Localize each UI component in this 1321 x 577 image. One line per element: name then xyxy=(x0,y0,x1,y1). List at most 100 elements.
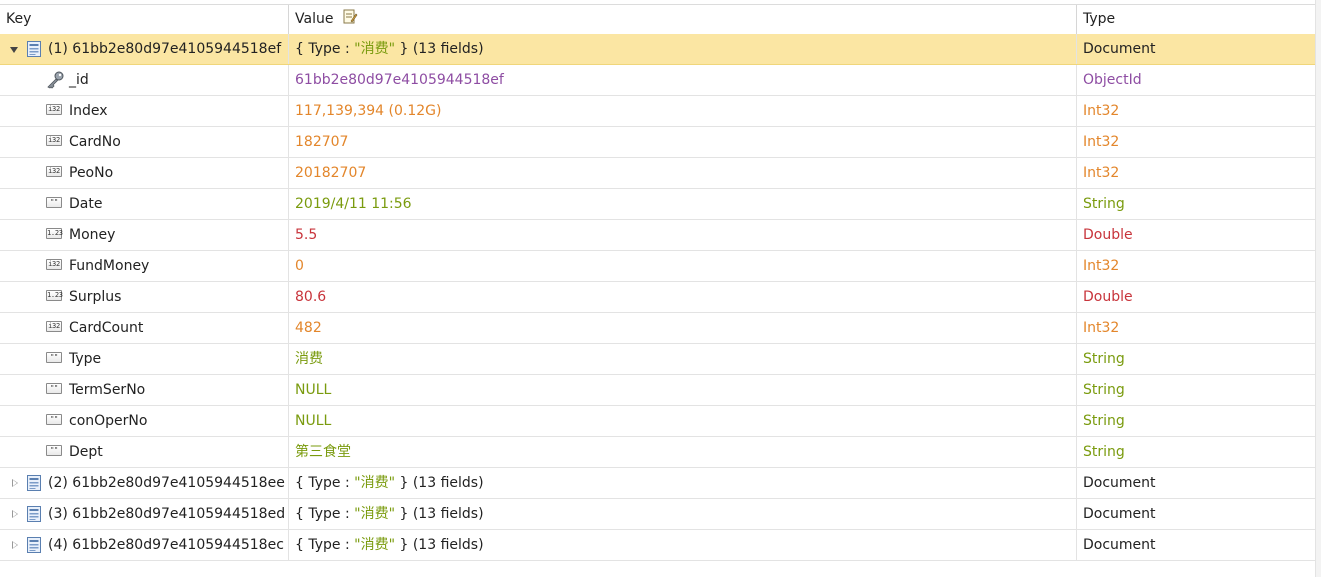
field-row-PeoNo[interactable]: i32 PeoNo 20182707 Int32 xyxy=(0,158,1316,189)
column-header-key[interactable]: Key xyxy=(0,5,288,34)
field-name: Type xyxy=(69,351,102,367)
field-type: ObjectId xyxy=(1076,65,1316,95)
type-tag-glyph: 1.23 xyxy=(46,290,63,301)
document-key-cell: (3) 61bb2e80d97e4105944518ed xyxy=(0,499,288,529)
field-row-Surplus[interactable]: 1.23 Surplus 80.6 Double xyxy=(0,282,1316,313)
field-row-Date[interactable]: "" Date 2019/4/11 11:56 String xyxy=(0,189,1316,220)
field-name: conOperNo xyxy=(69,413,148,429)
field-key-cell: "" Dept xyxy=(0,437,288,467)
field-value[interactable]: 182707 xyxy=(288,127,1076,157)
document-key-cell: (1) 61bb2e80d97e4105944518ef xyxy=(0,34,288,64)
field-type: Double xyxy=(1076,220,1316,250)
document-type-cell: Document xyxy=(1076,530,1316,560)
document-row-3[interactable]: (3) 61bb2e80d97e4105944518ed{ Type : "消费… xyxy=(0,499,1316,530)
int32-icon: i32 xyxy=(46,135,64,148)
field-row-CardNo[interactable]: i32 CardNo 182707 Int32 xyxy=(0,127,1316,158)
document-value-cell: { Type : "消费" } (13 fields) xyxy=(288,530,1076,560)
column-header-value[interactable]: Value xyxy=(288,5,1076,34)
document-label: (1) 61bb2e80d97e4105944518ef xyxy=(48,41,282,57)
field-row-_id[interactable]: _id 61bb2e80d97e4105944518ef ObjectId xyxy=(0,65,1316,96)
column-header-type[interactable]: Type xyxy=(1076,5,1316,34)
string-icon: "" xyxy=(46,383,64,396)
field-value[interactable]: 61bb2e80d97e4105944518ef xyxy=(288,65,1076,95)
type-tag-glyph: "" xyxy=(46,383,62,394)
field-key-cell: i32 FundMoney xyxy=(0,251,288,281)
field-value[interactable]: NULL xyxy=(288,375,1076,405)
field-value[interactable]: 20182707 xyxy=(288,158,1076,188)
field-value[interactable]: 117,139,394 (0.12G) xyxy=(288,96,1076,126)
field-name: PeoNo xyxy=(69,165,114,181)
type-tag-glyph: 1.23 xyxy=(46,228,63,239)
column-header-row: Key Value Type xyxy=(0,4,1316,35)
type-tag-glyph: i32 xyxy=(46,104,62,115)
type-tag-glyph: "" xyxy=(46,197,62,208)
field-key-cell: "" Type xyxy=(0,344,288,374)
document-icon xyxy=(27,475,41,491)
string-icon: "" xyxy=(46,197,64,210)
field-type: String xyxy=(1076,375,1316,405)
field-value[interactable]: 482 xyxy=(288,313,1076,343)
field-row-Dept[interactable]: "" Dept 第三食堂 String xyxy=(0,437,1316,468)
field-name: Surplus xyxy=(69,289,122,305)
field-row-Type[interactable]: "" Type 消费 String xyxy=(0,344,1316,375)
field-row-FundMoney[interactable]: i32 FundMoney 0 Int32 xyxy=(0,251,1316,282)
field-type: Int32 xyxy=(1076,127,1316,157)
field-name: TermSerNo xyxy=(69,382,146,398)
field-type: Double xyxy=(1076,282,1316,312)
field-key-cell: i32 PeoNo xyxy=(0,158,288,188)
type-tag-glyph: i32 xyxy=(46,135,62,146)
field-name: Index xyxy=(69,103,108,119)
field-key-cell: 1.23 Money xyxy=(0,220,288,250)
document-label: (2) 61bb2e80d97e4105944518ee xyxy=(48,475,285,491)
document-icon xyxy=(27,537,41,553)
expand-arrow-icon[interactable] xyxy=(12,510,18,518)
document-value-cell: { Type : "消费" } (13 fields) xyxy=(288,499,1076,529)
field-name: Money xyxy=(69,227,116,243)
field-value[interactable]: 消费 xyxy=(288,344,1076,374)
field-value[interactable]: 第三食堂 xyxy=(288,437,1076,467)
field-row-TermSerNo[interactable]: "" TermSerNo NULL String xyxy=(0,375,1316,406)
document-label: (4) 61bb2e80d97e4105944518ec xyxy=(48,537,284,553)
field-type: String xyxy=(1076,189,1316,219)
document-key-cell: (2) 61bb2e80d97e4105944518ee xyxy=(0,468,288,498)
document-row-1[interactable]: (1) 61bb2e80d97e4105944518ef { Type : "消… xyxy=(0,34,1316,65)
string-icon: "" xyxy=(46,445,64,458)
field-type: Int32 xyxy=(1076,158,1316,188)
document-row-4[interactable]: (4) 61bb2e80d97e4105944518ec{ Type : "消费… xyxy=(0,530,1316,561)
edit-note-icon[interactable] xyxy=(342,9,358,25)
field-type: String xyxy=(1076,437,1316,467)
field-key-cell: _id xyxy=(0,65,288,95)
field-name: _id xyxy=(69,72,89,88)
document-icon xyxy=(27,506,41,522)
field-name: Dept xyxy=(69,444,103,460)
field-row-Money[interactable]: 1.23 Money 5.5 Double xyxy=(0,220,1316,251)
expand-arrow-icon[interactable] xyxy=(12,479,18,487)
field-row-Index[interactable]: i32 Index 117,139,394 (0.12G) Int32 xyxy=(0,96,1316,127)
field-type: Int32 xyxy=(1076,251,1316,281)
collapse-arrow-icon[interactable] xyxy=(10,47,18,53)
type-tag-glyph: i32 xyxy=(46,259,62,270)
field-name: CardCount xyxy=(69,320,144,336)
field-name: Date xyxy=(69,196,103,212)
document-type-cell: Document xyxy=(1076,468,1316,498)
field-value[interactable]: NULL xyxy=(288,406,1076,436)
expand-arrow-icon[interactable] xyxy=(12,541,18,549)
field-key-cell: "" TermSerNo xyxy=(0,375,288,405)
field-row-conOperNo[interactable]: "" conOperNo NULL String xyxy=(0,406,1316,437)
type-tag-glyph: i32 xyxy=(46,166,62,177)
field-row-CardCount[interactable]: i32 CardCount 482 Int32 xyxy=(0,313,1316,344)
field-key-cell: "" conOperNo xyxy=(0,406,288,436)
field-key-cell: i32 CardNo xyxy=(0,127,288,157)
vertical-scrollbar[interactable] xyxy=(1315,0,1321,577)
field-value[interactable]: 5.5 xyxy=(288,220,1076,250)
field-value[interactable]: 2019/4/11 11:56 xyxy=(288,189,1076,219)
int32-icon: i32 xyxy=(46,259,64,272)
field-name: FundMoney xyxy=(69,258,150,274)
document-row-2[interactable]: (2) 61bb2e80d97e4105944518ee{ Type : "消费… xyxy=(0,468,1316,499)
field-value[interactable]: 80.6 xyxy=(288,282,1076,312)
string-icon: "" xyxy=(46,414,64,427)
int32-icon: i32 xyxy=(46,166,64,179)
double-icon: 1.23 xyxy=(46,228,64,241)
field-value[interactable]: 0 xyxy=(288,251,1076,281)
document-type-cell: Document xyxy=(1076,34,1316,64)
